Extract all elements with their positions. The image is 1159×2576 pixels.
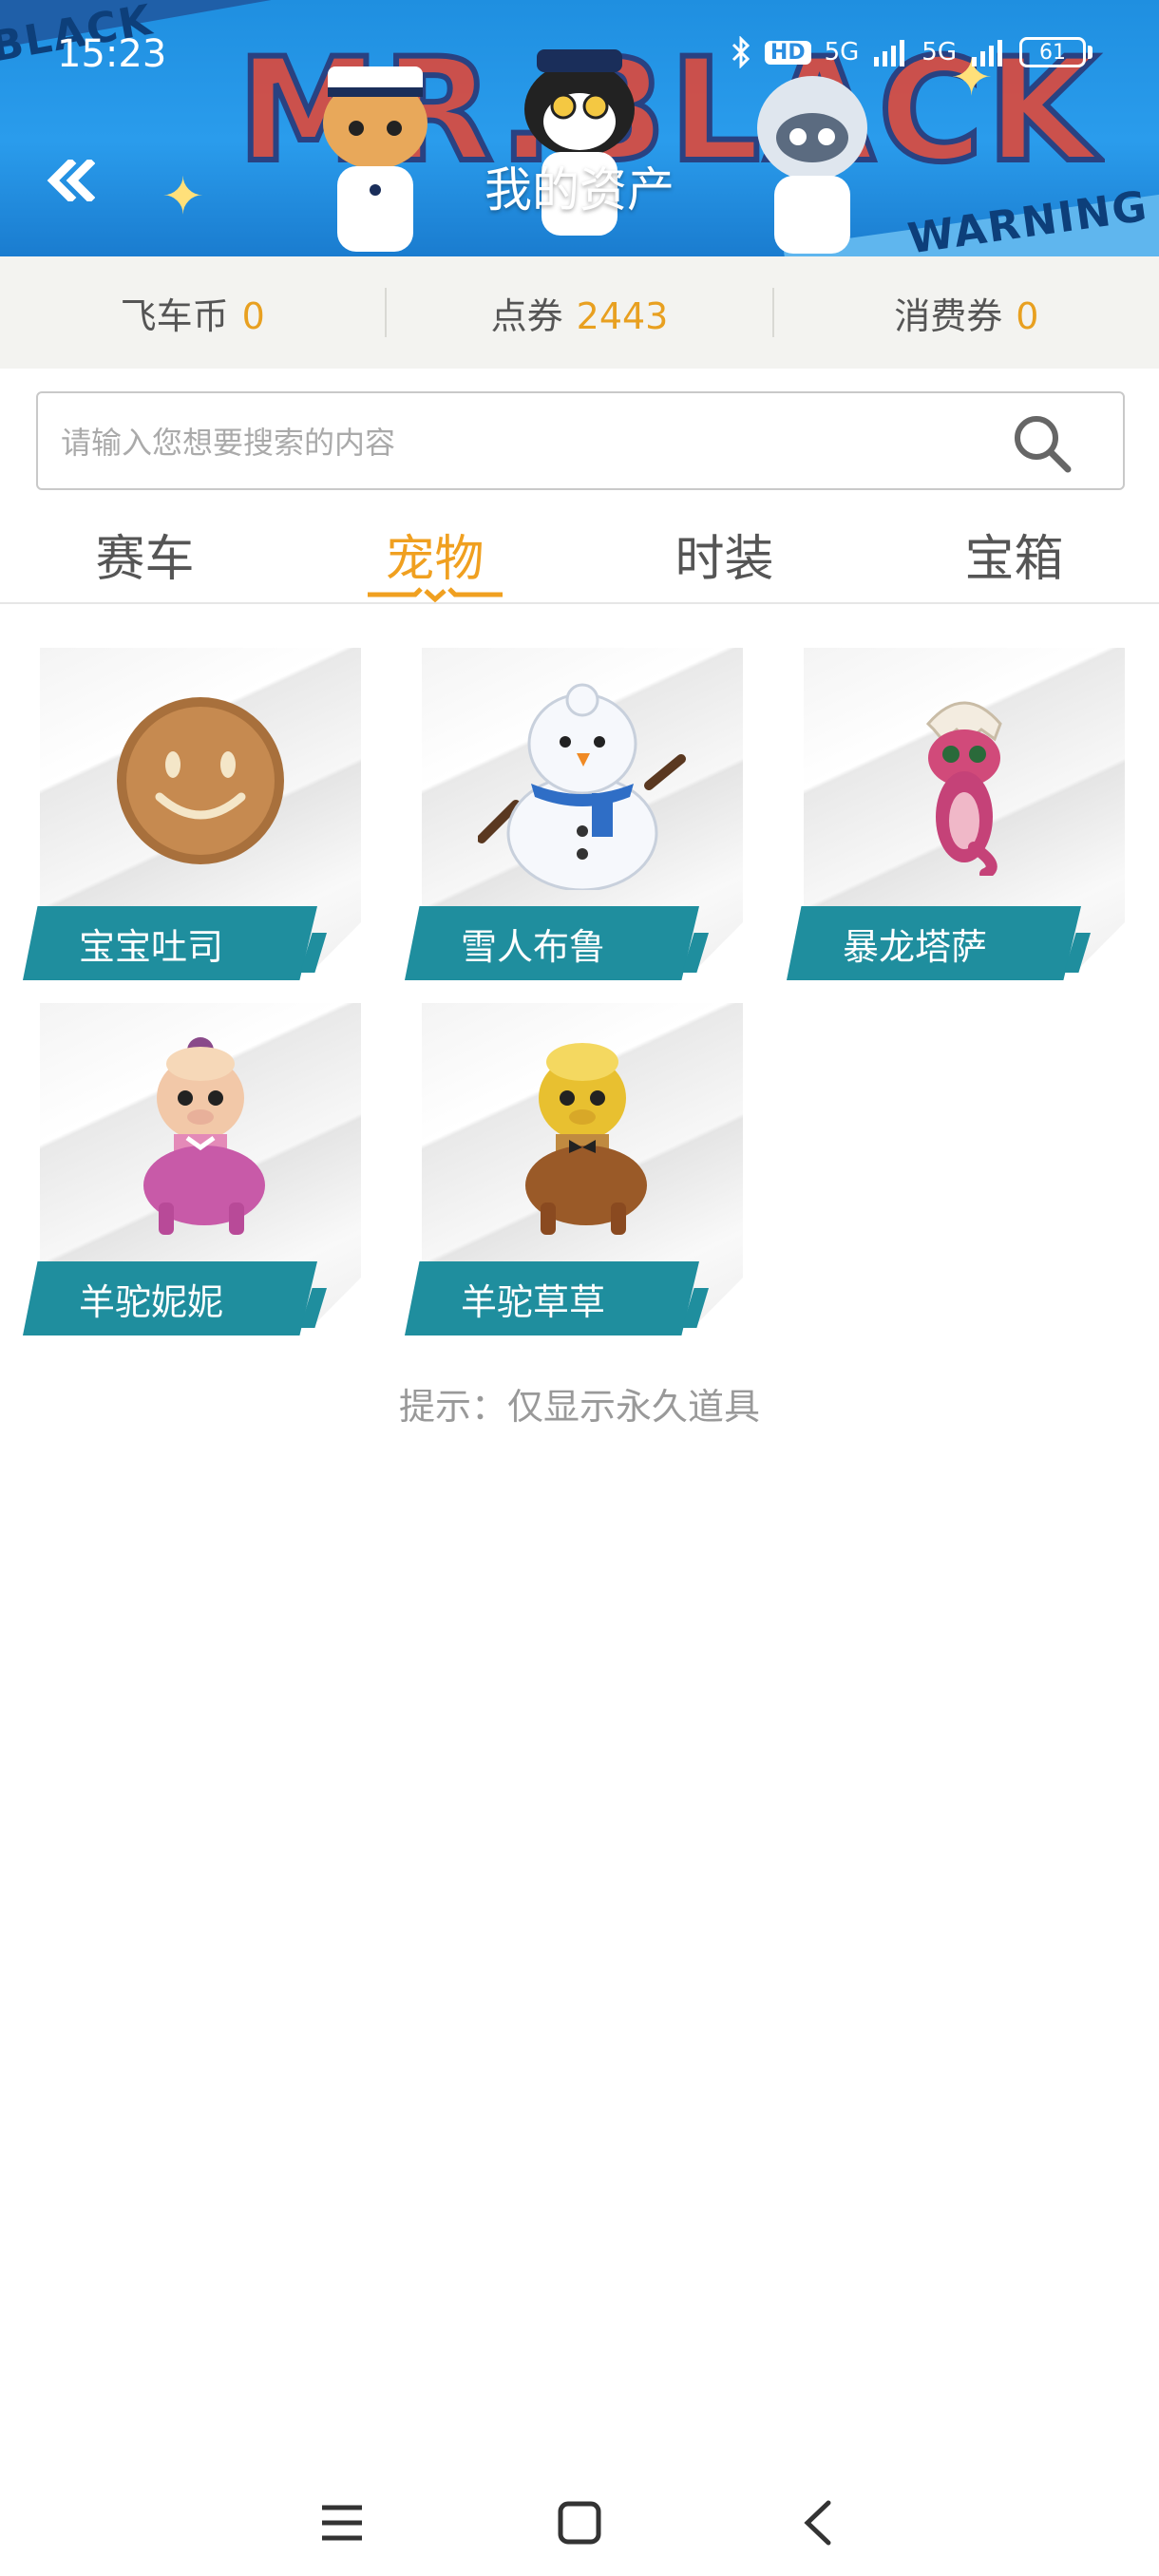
search-input[interactable] xyxy=(59,414,971,471)
battery-icon: 61 xyxy=(1019,37,1086,67)
pink-alpaca-icon xyxy=(143,1037,265,1235)
home-button[interactable] xyxy=(551,2494,608,2551)
balance-points: 点券 2443 xyxy=(387,287,771,339)
tab-chests[interactable]: 宝箱 xyxy=(869,503,1159,602)
pet-name: 羊驼草草 xyxy=(405,1261,699,1335)
back-icon xyxy=(804,2500,831,2546)
home-icon xyxy=(558,2501,601,2545)
tab-label: 时装 xyxy=(674,531,774,588)
tab-label: 宝箱 xyxy=(964,531,1064,588)
menu-button[interactable] xyxy=(314,2494,370,2551)
card-art xyxy=(422,1003,743,1269)
snowman-icon xyxy=(478,683,686,890)
bluetooth-icon xyxy=(732,36,750,68)
active-tab-indicator xyxy=(367,587,503,602)
tab-cars[interactable]: 赛车 xyxy=(0,503,290,602)
tab-label: 赛车 xyxy=(95,531,195,588)
pet-card[interactable]: 宝宝吐司 xyxy=(23,648,361,980)
battery-tip xyxy=(1088,46,1092,59)
hd-icon: HD xyxy=(764,40,811,65)
card-art xyxy=(804,648,1125,914)
status-time: 15:23 xyxy=(57,32,167,76)
yellow-alpaca-icon xyxy=(525,1043,647,1235)
signal-icon xyxy=(874,40,905,66)
pet-name: 雪人布鲁 xyxy=(405,906,699,980)
tab-costumes[interactable]: 时装 xyxy=(580,503,869,602)
search-icon[interactable] xyxy=(1011,412,1074,475)
balance-value: 0 xyxy=(241,294,265,337)
tab-pets[interactable]: 宠物 xyxy=(290,503,580,602)
signal-icon xyxy=(972,40,1002,66)
system-nav-bar xyxy=(0,2470,1159,2576)
hint-text: 提示：仅显示永久道具 xyxy=(398,1386,760,1428)
network-label: 5G xyxy=(824,38,860,66)
header-banner: BLACK MR.BLACK WARNING ✦ ✦ 15:23 HD 5G 5… xyxy=(0,0,1159,256)
pet-card[interactable]: 雪人布鲁 xyxy=(405,648,743,980)
balance-bar: 飞车币 0 点券 2443 消费券 0 xyxy=(0,256,1159,369)
menu-icon xyxy=(322,2505,362,2541)
card-art xyxy=(40,1003,361,1269)
pet-name: 暴龙塔萨 xyxy=(787,906,1081,980)
tab-label: 宠物 xyxy=(385,531,484,588)
page-title: 我的资产 xyxy=(484,162,674,218)
balance-value: 2443 xyxy=(576,294,669,337)
system-back-button[interactable] xyxy=(788,2494,846,2551)
balance-consume-voucher: 消费券 0 xyxy=(774,287,1159,339)
search-box xyxy=(36,391,1125,490)
category-tabs: 赛车 宠物 时装 宝箱 xyxy=(0,503,1159,604)
balance-feiche-coin: 飞车币 0 xyxy=(0,287,385,339)
pet-name: 宝宝吐司 xyxy=(23,906,317,980)
pet-card[interactable]: 暴龙塔萨 xyxy=(787,648,1125,980)
balance-label: 飞车币 xyxy=(120,294,229,337)
network-label: 5G xyxy=(922,38,957,66)
toast-face-icon xyxy=(117,697,284,864)
balance-label: 点券 xyxy=(490,294,563,337)
balance-value: 0 xyxy=(1016,294,1039,337)
card-art xyxy=(40,648,361,914)
balance-label: 消费券 xyxy=(894,294,1003,337)
pet-name: 羊驼妮妮 xyxy=(23,1261,317,1335)
baby-dragon-icon xyxy=(925,701,1002,876)
card-art xyxy=(422,648,743,914)
pet-card[interactable]: 羊驼妮妮 xyxy=(23,1003,361,1335)
status-icons: HD 5G 5G 61 xyxy=(731,36,1092,68)
pet-card[interactable]: 羊驼草草 xyxy=(405,1003,743,1335)
